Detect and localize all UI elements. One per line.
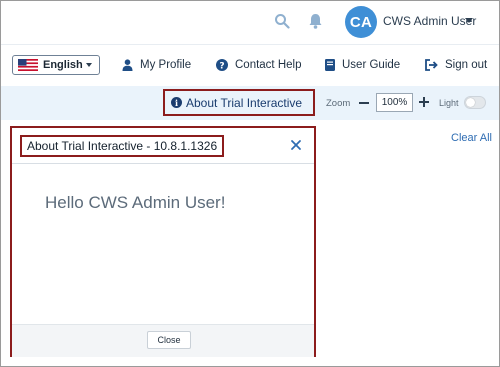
close-button[interactable]: Close [147, 331, 191, 349]
about-trial-interactive-link[interactable]: i About Trial Interactive [163, 89, 315, 116]
user-menu-name[interactable]: CWS Admin User [383, 14, 476, 28]
avatar[interactable]: CA [345, 6, 377, 38]
svg-text:?: ? [219, 61, 224, 71]
dialog-divider [12, 163, 314, 164]
bell-icon[interactable] [307, 12, 324, 30]
zoom-out-button[interactable] [359, 102, 369, 104]
sign-out-icon [425, 59, 438, 71]
question-circle-icon: ? [216, 59, 228, 71]
chevron-down-icon[interactable] [465, 18, 473, 23]
nav-sign-out[interactable]: Sign out [425, 59, 487, 71]
zoom-label: Zoom [326, 98, 351, 109]
light-mode-label: Light [439, 98, 459, 108]
about-label: About Trial Interactive [186, 95, 303, 110]
nav-contact-help-label: Contact Help [235, 59, 302, 71]
dialog-footer: Close [12, 324, 314, 357]
us-flag-icon [18, 59, 38, 71]
dialog-title: About Trial Interactive - 10.8.1.1326 [27, 139, 218, 153]
dialog-greeting: Hello CWS Admin User! [45, 193, 226, 212]
dialog-title-box: About Trial Interactive - 10.8.1.1326 [20, 135, 225, 157]
user-icon [122, 59, 133, 71]
close-icon[interactable] [290, 139, 302, 151]
info-bar: i About Trial Interactive Zoom 100% Ligh… [1, 86, 499, 120]
nav-my-profile[interactable]: My Profile [122, 59, 191, 71]
nav-user-guide-label: User Guide [342, 59, 401, 71]
search-icon[interactable] [274, 13, 290, 29]
nav-my-profile-label: My Profile [140, 59, 192, 71]
about-dialog: About Trial Interactive - 10.8.1.1326 He… [10, 126, 316, 357]
app-frame: CA CWS Admin User English My Profile ? C… [0, 0, 500, 367]
info-icon: i [171, 97, 182, 108]
nav-sign-out-label: Sign out [445, 59, 488, 71]
light-mode-toggle[interactable] [464, 96, 486, 109]
nav-contact-help[interactable]: ? Contact Help [216, 59, 301, 71]
clear-all-link[interactable]: Clear All [451, 132, 492, 144]
language-label: English [43, 59, 83, 71]
zoom-in-button[interactable] [419, 97, 429, 107]
zoom-value-field[interactable]: 100% [376, 93, 413, 112]
nav-user-guide[interactable]: User Guide [325, 59, 400, 71]
nav-bar: English My Profile ? Contact Help User G… [1, 44, 499, 86]
language-select[interactable]: English [12, 55, 100, 75]
top-header: CA CWS Admin User [1, 1, 499, 44]
book-icon [325, 59, 335, 71]
chevron-down-icon [86, 63, 92, 67]
